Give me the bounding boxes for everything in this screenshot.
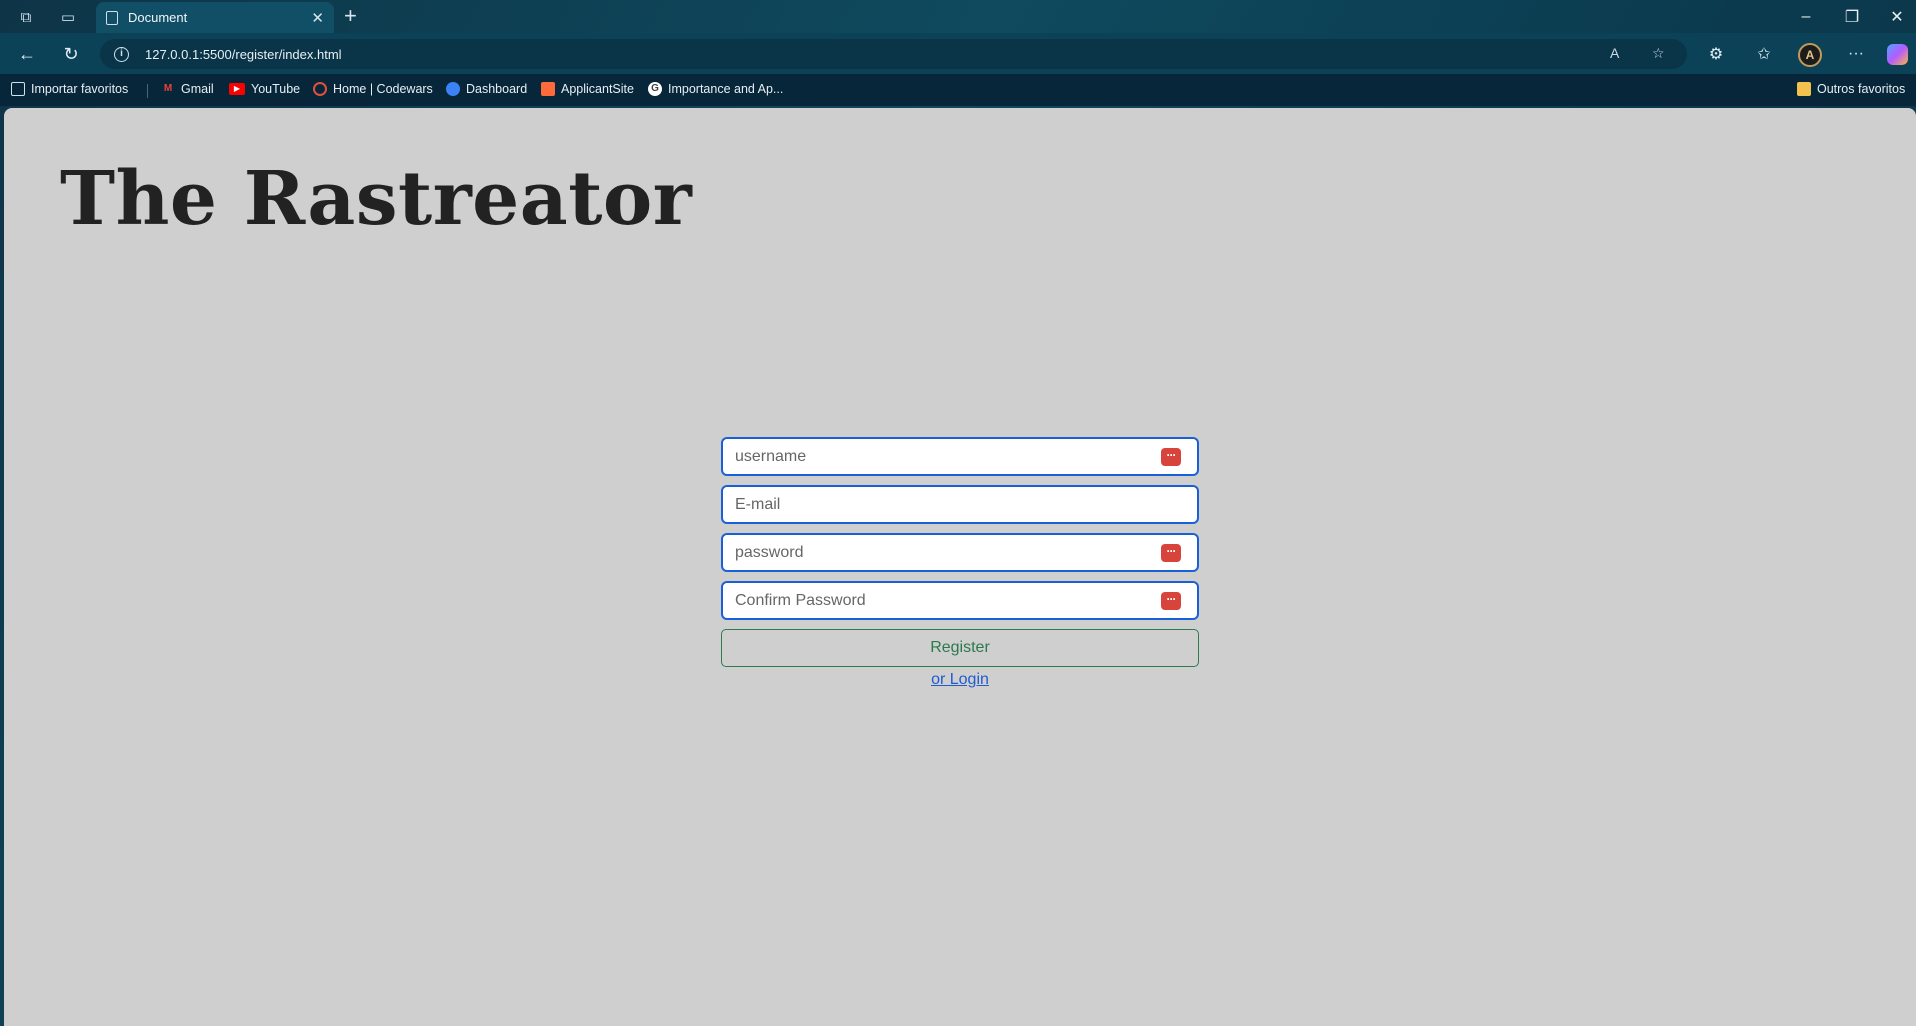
tab-title: Document	[128, 10, 188, 25]
new-tab-icon[interactable]: +	[344, 4, 357, 28]
tab-document[interactable]: Document ✕	[96, 2, 334, 33]
confirm-password-field-wrapper: ···	[721, 581, 1199, 620]
login-link[interactable]: or Login	[721, 671, 1199, 689]
favorites-icon[interactable]: ✩	[1751, 41, 1777, 67]
password-manager-icon[interactable]: ···	[1161, 448, 1181, 466]
page-content: The Rastreator ··· ··· ··· Register or L…	[4, 108, 1916, 1026]
email-field-wrapper	[721, 485, 1199, 524]
bookmarks-divider	[147, 84, 148, 98]
register-form: ··· ··· ··· Register or Login	[721, 437, 1199, 689]
bookmark-dashboard[interactable]: Dashboard	[446, 82, 527, 96]
codewars-icon	[313, 82, 327, 96]
bookmark-label: YouTube	[251, 82, 301, 96]
close-tab-icon[interactable]: ✕	[311, 9, 324, 27]
register-button[interactable]: Register	[721, 629, 1199, 667]
applicantsite-icon	[541, 82, 555, 96]
more-options-icon[interactable]: ···	[1843, 41, 1869, 67]
close-window-icon[interactable]: ✕	[1883, 4, 1911, 30]
restore-icon[interactable]: ❐	[1838, 4, 1866, 30]
password-input[interactable]	[723, 535, 1197, 570]
profile-avatar-icon[interactable]: A	[1798, 43, 1822, 67]
minimize-icon[interactable]: –	[1792, 4, 1820, 30]
gmail-icon: M	[163, 83, 173, 94]
bookmark-youtube[interactable]: ▶ YouTube	[229, 82, 300, 96]
copilot-icon[interactable]	[1887, 44, 1908, 65]
site-info-icon[interactable]: i	[114, 46, 129, 62]
back-icon[interactable]: ←	[14, 41, 40, 67]
bookmarks-bar: Importar favoritos M Gmail ▶ YouTube Hom…	[0, 74, 1916, 106]
bookmark-applicantsite[interactable]: ApplicantSite	[541, 82, 634, 96]
page-title: The Rastreator	[60, 156, 693, 242]
username-field-wrapper: ···	[721, 437, 1199, 476]
bookmark-label: Importar favoritos	[31, 82, 129, 96]
folder-icon	[1797, 82, 1811, 96]
bookmark-codewars[interactable]: Home | Codewars	[313, 82, 433, 96]
email-input[interactable]	[723, 487, 1197, 522]
bookmark-importance[interactable]: G Importance and Ap...	[648, 82, 783, 96]
extensions-icon[interactable]: ⚙	[1703, 41, 1729, 67]
favorite-star-icon[interactable]: ☆	[1652, 45, 1665, 62]
bookmark-import-favorites[interactable]: Importar favoritos	[11, 82, 128, 96]
bookmark-label: ApplicantSite	[561, 82, 634, 96]
youtube-icon: ▶	[229, 83, 245, 95]
bookmark-label: Dashboard	[466, 82, 528, 96]
bookmark-gmail[interactable]: M Gmail	[161, 82, 214, 96]
bookmark-label: Outros favoritos	[1817, 82, 1906, 96]
address-bar[interactable]: i 127.0.0.1:5500/register/index.html A ☆	[100, 39, 1687, 69]
url-text[interactable]: 127.0.0.1:5500/register/index.html	[145, 47, 342, 62]
google-icon: G	[648, 82, 662, 96]
dashboard-icon	[446, 82, 460, 96]
document-icon	[106, 10, 118, 25]
tab-bar: ⧉ ▭ Document ✕ + – ❐ ✕	[0, 0, 1916, 33]
workspaces-icon[interactable]: ⧉	[13, 4, 39, 30]
password-field-wrapper: ···	[721, 533, 1199, 572]
bookmark-label: Importance and Ap...	[668, 82, 784, 96]
username-input[interactable]	[723, 439, 1197, 474]
refresh-icon[interactable]: ↻	[58, 41, 84, 67]
tab-actions-icon[interactable]: ▭	[55, 4, 81, 30]
bookmark-label: Home | Codewars	[333, 82, 433, 96]
navigation-bar: ← ↻ i 127.0.0.1:5500/register/index.html…	[0, 33, 1916, 74]
read-aloud-icon[interactable]: A	[1610, 45, 1619, 61]
confirm-password-input[interactable]	[723, 583, 1197, 618]
import-icon	[11, 82, 25, 96]
password-manager-icon[interactable]: ···	[1161, 592, 1181, 610]
bookmark-label: Gmail	[181, 82, 214, 96]
password-manager-icon[interactable]: ···	[1161, 544, 1181, 562]
bookmark-other-favorites[interactable]: Outros favoritos	[1797, 82, 1905, 96]
